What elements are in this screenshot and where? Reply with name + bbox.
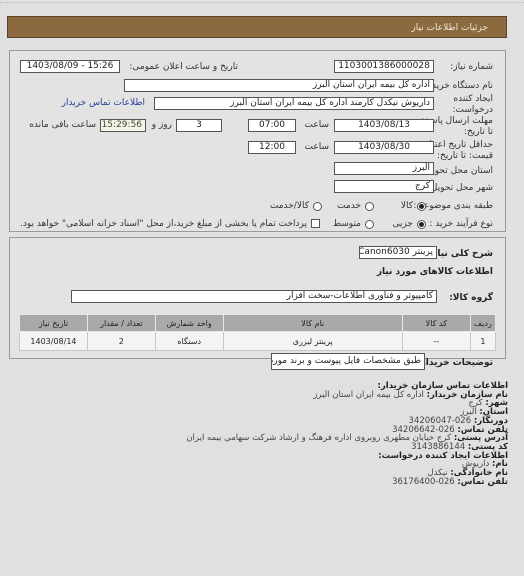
radio-category-service-label: خدمت (337, 201, 361, 211)
delivery-province-field[interactable]: البرز (334, 162, 434, 175)
reply-deadline-date[interactable]: 1403/08/13 (334, 119, 434, 132)
remaining-days: 3 (176, 119, 222, 132)
buyer-notes-label: توضیحات خریدار: (417, 358, 493, 368)
goods-group-field[interactable]: کامپیوتر و فناوری اطلاعات-سخت افزار (71, 290, 437, 303)
remaining-time: 15:29:56 (100, 119, 146, 132)
delivery-city-label: شهر محل تحویل: (427, 183, 493, 193)
col-goods-name: نام کالا (222, 314, 403, 332)
cell-goods-name: پرینتر لیزری (222, 331, 403, 351)
col-unit: واحد شمارش (154, 314, 224, 332)
days-label: روز و (151, 120, 172, 130)
radio-category-both-label: کالا/خدمت (269, 201, 309, 211)
items-section-title: اطلاعات کالاهای مورد نیاز (376, 267, 493, 277)
radio-category-goods-label: کالا (400, 201, 413, 211)
delivery-city-field[interactable]: کرج (334, 180, 434, 193)
requester-phone-value: 026-36176400 (392, 476, 455, 487)
price-time-label: ساعت (304, 142, 330, 152)
radio-process-medium-label: متوسط (332, 219, 361, 229)
announce-datetime-label: تاریخ و ساعت اعلان عمومی: (129, 62, 238, 72)
requester-label-2: درخواست: (452, 105, 493, 115)
radio-process-minor-label: جزیی (392, 219, 413, 229)
announce-datetime-field[interactable]: 1403/08/09 - 15:26 (20, 60, 120, 73)
radio-category-service[interactable] (365, 202, 374, 211)
col-row-number: ردیف (469, 314, 497, 332)
treasury-payment-checkbox[interactable] (311, 219, 320, 228)
requester-phone-label: تلفن تماس: (457, 476, 508, 487)
price-validity-time[interactable]: 12:00 (248, 141, 296, 154)
reply-deadline-label-2: تا تاریخ: (463, 127, 493, 137)
radio-category-goods[interactable] (417, 202, 426, 211)
cell-quantity: 2 (86, 331, 156, 351)
price-validity-label-2: قیمت: تا تاریخ: (437, 151, 493, 161)
purchase-process-label: نوع فرآیند خرید : (429, 219, 493, 229)
need-info-panel: شماره نیاز: 1103001386000028 تاریخ و ساع… (9, 50, 506, 232)
general-desc-label: شرح کلی نیاز: (428, 249, 493, 259)
radio-process-medium[interactable] (365, 220, 374, 229)
contact-info: اطلاعات تماس سازمان خریدار: نام سازمان خ… (186, 382, 508, 486)
page-title: جزئیات اطلاعات نیاز (411, 23, 488, 33)
radio-category-both[interactable] (313, 202, 322, 211)
buyer-org-field[interactable]: اداره کل بیمه ایران استان البرز (124, 79, 434, 92)
need-number-label: شماره نیاز: (450, 62, 493, 72)
requester-label-1: ایجاد کننده (453, 94, 493, 104)
org-name-value: اداره کل بیمه ایران استان البرز (313, 389, 424, 400)
table-row: 1 -- پرینتر لیزری دستگاه 2 1403/08/14 (19, 331, 497, 351)
col-quantity: تعداد / مقدار (86, 314, 156, 332)
reply-deadline-time[interactable]: 07:00 (248, 119, 296, 132)
buyer-notes-field: طبق مشخصات فایل پیوست و برند مورد نظر (271, 353, 425, 370)
remaining-label: ساعت باقی مانده (29, 120, 96, 130)
items-table-header: ردیف کد کالا نام کالا واحد شمارش تعداد /… (19, 314, 497, 332)
col-goods-code: کد کالا (401, 314, 471, 332)
radio-process-minor[interactable] (417, 220, 426, 229)
price-validity-date[interactable]: 1403/08/30 (334, 141, 434, 154)
treasury-payment-label: پرداخت تمام یا بخشی از مبلغ خرید،از محل … (19, 219, 307, 229)
price-validity-label-1: حداقل تاریخ اعتبار (425, 140, 493, 150)
page-header: جزئیات اطلاعات نیاز (7, 16, 507, 38)
need-number-field[interactable]: 1103001386000028 (334, 60, 434, 73)
items-table: ردیف کد کالا نام کالا واحد شمارش تعداد /… (19, 314, 497, 351)
cell-row-number: 1 (469, 331, 497, 351)
need-details-panel: شرح کلی نیاز: پرینتر Lj Canon6030 اطلاعا… (9, 237, 506, 370)
general-desc-field[interactable]: پرینتر Lj Canon6030 (359, 246, 437, 259)
cell-goods-code: -- (401, 331, 471, 351)
cell-need-date: 1403/08/14 (19, 331, 88, 351)
goods-group-label: گروه کالا: (449, 293, 493, 303)
reply-time-label: ساعت (304, 120, 330, 130)
cell-unit: دستگاه (154, 331, 224, 351)
requester-field[interactable]: داریوش نیکدل کارمند اداره کل بیمه ایران … (154, 97, 434, 110)
buyer-contact-link[interactable]: اطلاعات تماس خریدار (62, 98, 145, 109)
col-need-date: تاریخ نیاز (19, 314, 88, 332)
top-divider (0, 0, 524, 3)
